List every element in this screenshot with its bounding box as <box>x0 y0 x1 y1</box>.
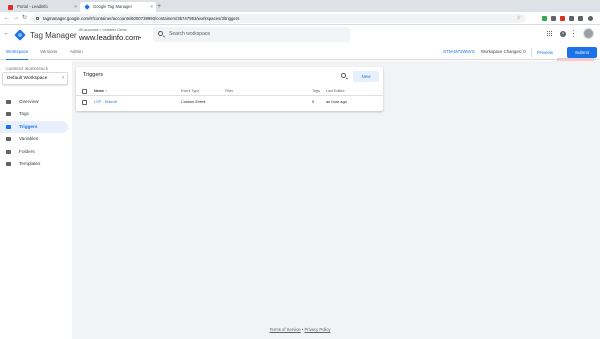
folder-icon <box>6 149 11 154</box>
triggers-card: Triggers New Name ↑ Event Type Filter Ta… <box>76 67 383 111</box>
extension-icon[interactable] <box>569 16 574 21</box>
search-icon[interactable] <box>341 73 346 78</box>
trigger-name-link[interactable]: LSF - Submit <box>94 97 117 107</box>
profile-icon[interactable] <box>588 16 593 21</box>
app-title: Tag Manager <box>30 31 77 40</box>
extension-icon[interactable] <box>542 16 547 21</box>
column-tags-header[interactable]: Tags <box>312 86 320 96</box>
chevron-right-icon: › <box>62 75 64 81</box>
new-tab-button[interactable]: + <box>157 2 161 12</box>
sidebar-item-tags[interactable]: Tags <box>0 108 68 120</box>
bookmark-star-icon[interactable]: ☆ <box>517 14 521 23</box>
browser-tab-strip: Portal - Leadinfo × Google Tag Manager ×… <box>0 0 600 12</box>
sidebar-item-label: Folders <box>19 149 35 154</box>
footer: Terms of Service • Privacy Policy <box>0 327 600 332</box>
column-name-header[interactable]: Name ↑ <box>94 86 107 96</box>
sidebar-item-label: Tags <box>19 111 29 116</box>
gtm-favicon-icon <box>83 4 90 11</box>
trigger-tags-count: 0 <box>312 99 315 104</box>
table-header: Name ↑ Event Type Filter Tags Last Edite… <box>76 86 383 96</box>
select-all-checkbox[interactable] <box>82 88 87 94</box>
search-icon <box>158 31 163 36</box>
new-trigger-button[interactable]: New <box>353 71 379 82</box>
extension-icon[interactable] <box>551 16 556 21</box>
tab-title: Google Tag Manager <box>93 4 133 9</box>
templates-icon <box>6 161 11 166</box>
browser-tab-leadinfo[interactable]: Portal - Leadinfo × <box>4 2 80 12</box>
trigger-icon <box>6 124 11 129</box>
card-title: Triggers <box>83 72 103 78</box>
leadinfo-favicon-icon <box>8 4 13 10</box>
avatar[interactable] <box>583 28 594 39</box>
container-id-link[interactable]: GTM-M72W5VG <box>443 45 475 59</box>
row-checkbox[interactable] <box>82 99 87 105</box>
back-arrow-icon[interactable]: ← <box>4 14 10 23</box>
close-tab-icon[interactable]: × <box>150 2 153 12</box>
sidebar-item-label: Templates <box>19 161 41 166</box>
trigger-last-edited: an hour ago <box>326 99 347 104</box>
browser-toolbar: ← → ↻ tagmanager.google.com/#/container/… <box>0 12 600 25</box>
extension-icon[interactable] <box>578 16 583 21</box>
current-workspace-label: CURRENT WORKSPACE <box>6 67 49 71</box>
reload-icon[interactable]: ↻ <box>22 14 27 23</box>
sidebar-item-folders[interactable]: Folders <box>0 146 68 158</box>
submit-button[interactable]: Submit <box>567 47 597 58</box>
search-placeholder: Search workspace <box>169 31 211 37</box>
privacy-link[interactable]: Privacy Policy <box>304 327 330 332</box>
workspace-changes: Workspace Changes: 0 <box>481 49 526 54</box>
caret-down-icon[interactable]: ▾ <box>139 35 141 41</box>
tag-icon <box>6 111 11 116</box>
address-bar[interactable]: tagmanager.google.com/#/container/accoun… <box>31 14 526 23</box>
gtm-logo-icon <box>14 29 26 41</box>
apps-grid-icon[interactable] <box>547 31 552 36</box>
forward-arrow-icon[interactable]: → <box>13 14 19 23</box>
gtm-header: ← Tag Manager All accounts > Leadinfo De… <box>0 26 600 45</box>
more-vert-icon[interactable] <box>573 30 575 37</box>
divider <box>531 48 532 57</box>
column-last-edited-header[interactable]: Last Edited <box>326 86 344 96</box>
sidebar-item-overview[interactable]: Overview <box>0 96 68 108</box>
preview-button[interactable]: Preview <box>537 48 553 57</box>
help-icon[interactable]: ? <box>560 30 566 37</box>
sidebar-item-variables[interactable]: Variables <box>0 133 68 145</box>
sidebar: CURRENT WORKSPACE Default Workspace › Ov… <box>0 61 72 339</box>
lock-icon <box>36 16 39 20</box>
tab-workspace[interactable]: Workspace <box>6 45 29 60</box>
extension-icon[interactable] <box>560 16 565 21</box>
sidebar-item-templates[interactable]: Templates <box>0 158 68 170</box>
trigger-event-type: Custom Event <box>181 99 206 104</box>
sidebar-item-triggers[interactable]: Triggers <box>0 121 68 133</box>
variables-icon <box>6 136 11 141</box>
table-row[interactable]: LSF - Submit Custom Event 0 an hour ago <box>76 97 383 107</box>
back-icon[interactable]: ← <box>3 30 10 37</box>
url-text[interactable]: tagmanager.google.com/#/container/accoun… <box>43 14 239 23</box>
tab-title: Portal - Leadinfo <box>17 4 48 9</box>
tab-versions[interactable]: Versions <box>40 45 57 59</box>
browser-tab-gtm[interactable]: Google Tag Manager × <box>80 2 156 12</box>
terms-link[interactable]: Terms of Service <box>269 327 300 332</box>
close-tab-icon[interactable]: × <box>74 2 77 12</box>
tab-admin[interactable]: Admin <box>70 45 83 59</box>
workspace-name: Default Workspace <box>7 76 48 81</box>
column-filter-header: Filter <box>225 89 234 93</box>
search-input[interactable]: Search workspace <box>153 27 350 42</box>
overview-icon <box>6 99 11 104</box>
sidebar-item-label: Triggers <box>19 124 38 129</box>
sidebar-item-label: Variables <box>19 136 39 141</box>
sidebar-item-label: Overview <box>19 99 39 104</box>
account-breadcrumb[interactable]: All accounts > Leadinfo Demo <box>79 28 127 32</box>
column-event-type-header[interactable]: Event Type <box>181 86 199 96</box>
workspace-selector[interactable]: Default Workspace › <box>2 72 68 85</box>
workspace-subnav: Workspace Versions Admin GTM-M72W5VG Wor… <box>0 45 600 60</box>
container-selector[interactable]: www.leadinfo.com <box>79 33 139 42</box>
